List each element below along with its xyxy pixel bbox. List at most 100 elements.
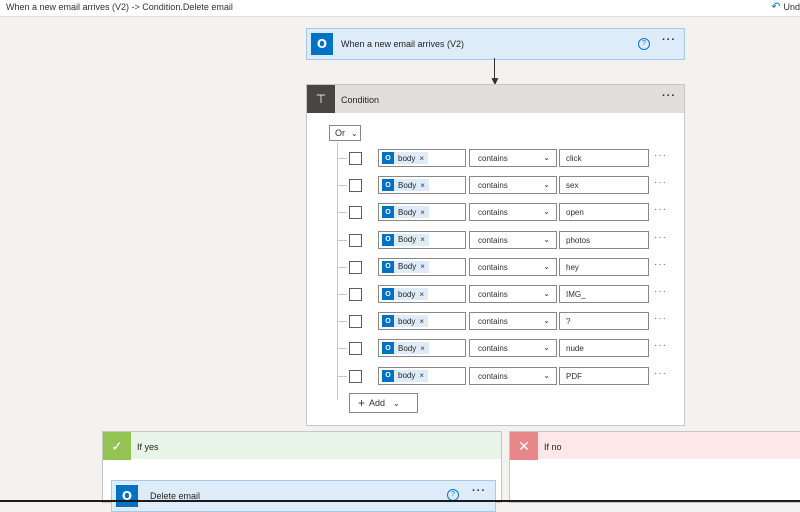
if-no-title: If no xyxy=(544,442,562,452)
operator-label: contains xyxy=(478,208,508,218)
undo-button[interactable]: ↶ Und xyxy=(771,0,800,13)
value-input[interactable]: ? xyxy=(559,312,649,331)
remove-token-icon[interactable]: × xyxy=(420,208,425,217)
left-operand-field[interactable]: O Body × xyxy=(378,203,466,222)
outlook-icon: O xyxy=(311,33,333,55)
chevron-down-icon: ⌄ xyxy=(351,128,358,138)
undo-icon: ↶ xyxy=(771,0,781,13)
row-checkbox[interactable] xyxy=(349,233,362,247)
left-operand-field[interactable]: O Body × xyxy=(378,257,466,276)
remove-token-icon[interactable]: × xyxy=(419,290,424,299)
left-operand-field[interactable]: Obody × xyxy=(378,366,466,385)
operator-select[interactable]: contains ⌄ xyxy=(469,312,557,331)
value-input[interactable]: photos xyxy=(559,230,649,249)
value-input[interactable]: PDF xyxy=(559,366,649,385)
remove-token-icon[interactable]: × xyxy=(420,235,425,244)
row-checkbox[interactable] xyxy=(349,206,362,220)
dynamic-content-token[interactable]: O Body × xyxy=(382,233,429,246)
token-label: body xyxy=(398,316,416,326)
row-checkbox[interactable] xyxy=(349,342,362,356)
remove-token-icon[interactable]: × xyxy=(420,344,425,353)
left-operand-field[interactable]: Obody × xyxy=(378,285,466,303)
more-options-icon[interactable]: ··· xyxy=(472,485,486,497)
if-yes-header[interactable]: ✓ If yes xyxy=(103,431,501,460)
dynamic-content-token[interactable]: Obody × xyxy=(382,152,429,164)
if-no-header[interactable]: ✕ If no xyxy=(510,431,800,460)
remove-token-icon[interactable]: × xyxy=(419,154,424,163)
condition-row: Obody × contains ⌄? ··· xyxy=(337,312,682,331)
value-input[interactable]: click xyxy=(559,149,649,167)
operator-select[interactable]: contains ⌄ xyxy=(469,203,557,222)
add-label: Add xyxy=(369,398,386,408)
chevron-down-icon: ⌄ xyxy=(543,316,550,326)
value-input[interactable]: nude xyxy=(559,339,649,358)
value-input[interactable]: sex xyxy=(559,176,649,195)
value-input[interactable]: IMG_ xyxy=(559,285,649,303)
left-operand-field[interactable]: Obody × xyxy=(378,312,466,331)
chevron-down-icon: ⌄ xyxy=(543,343,550,353)
remove-token-icon[interactable]: × xyxy=(419,317,424,326)
outlook-icon: O xyxy=(382,260,394,273)
value-text: click xyxy=(566,154,582,163)
operator-select[interactable]: contains ⌄ xyxy=(469,149,557,167)
left-operand-field[interactable]: O Body × xyxy=(378,230,466,249)
row-more-icon[interactable]: ··· xyxy=(654,259,667,270)
dynamic-content-token[interactable]: O Body × xyxy=(382,342,429,355)
trigger-card[interactable]: O When a new email arrives (V2) ? ··· xyxy=(306,28,685,60)
operator-select[interactable]: contains ⌄ xyxy=(469,339,557,358)
token-label: Body xyxy=(398,343,417,353)
tree-branch xyxy=(337,212,347,214)
row-checkbox[interactable] xyxy=(349,315,362,329)
condition-row: O Body × contains ⌄ open ··· xyxy=(337,203,682,222)
remove-token-icon[interactable]: × xyxy=(420,181,425,190)
value-input[interactable]: open xyxy=(559,203,649,222)
condition-icon: ⊤ xyxy=(307,85,335,113)
row-more-icon[interactable]: ··· xyxy=(654,204,667,215)
row-checkbox[interactable] xyxy=(349,260,362,274)
tree-branch xyxy=(337,375,347,377)
row-checkbox[interactable] xyxy=(349,369,362,383)
more-options-icon[interactable]: ··· xyxy=(662,90,676,102)
more-options-icon[interactable]: ··· xyxy=(662,34,676,46)
tree-branch xyxy=(337,266,347,268)
dynamic-content-token[interactable]: Obody × xyxy=(382,369,429,382)
undo-label: Und xyxy=(783,2,800,12)
outlook-icon: O xyxy=(382,206,394,219)
chevron-down-icon: ⌄ xyxy=(393,398,400,408)
row-more-icon[interactable]: ··· xyxy=(654,150,667,161)
row-checkbox[interactable] xyxy=(349,152,362,165)
dynamic-content-token[interactable]: Obody × xyxy=(382,288,429,300)
row-checkbox[interactable] xyxy=(349,288,362,301)
help-icon[interactable]: ? xyxy=(638,38,650,50)
operator-select[interactable]: contains ⌄ xyxy=(469,366,557,385)
dynamic-content-token[interactable]: Obody × xyxy=(382,315,429,328)
group-operator-select[interactable]: Or ⌄ xyxy=(329,125,361,141)
left-operand-field[interactable]: Obody × xyxy=(378,149,466,167)
row-more-icon[interactable]: ··· xyxy=(654,313,667,324)
outlook-icon: O xyxy=(382,288,394,300)
remove-token-icon[interactable]: × xyxy=(419,371,424,380)
row-more-icon[interactable]: ··· xyxy=(654,368,667,379)
dynamic-content-token[interactable]: O Body × xyxy=(382,206,429,219)
value-text: nude xyxy=(566,344,584,354)
row-checkbox[interactable] xyxy=(349,179,362,193)
add-button[interactable]: + Add ⌄ xyxy=(349,393,418,413)
condition-header[interactable]: ⊤ Condition ··· xyxy=(307,85,684,113)
row-more-icon[interactable]: ··· xyxy=(654,232,667,243)
token-label: Body xyxy=(398,235,417,245)
dynamic-content-token[interactable]: O Body × xyxy=(382,179,429,192)
value-input[interactable]: hey xyxy=(559,257,649,276)
row-more-icon[interactable]: ··· xyxy=(654,177,667,188)
operator-select[interactable]: contains ⌄ xyxy=(469,176,557,195)
operator-select[interactable]: contains ⌄ xyxy=(469,230,557,249)
operator-select[interactable]: contains ⌄ xyxy=(469,257,557,276)
outlook-icon: O xyxy=(382,152,394,164)
dynamic-content-token[interactable]: O Body × xyxy=(382,260,429,273)
left-operand-field[interactable]: O Body × xyxy=(378,176,466,195)
operator-select[interactable]: contains ⌄ xyxy=(469,285,557,303)
delete-email-card[interactable]: O Delete email ? ··· xyxy=(111,480,496,512)
row-more-icon[interactable]: ··· xyxy=(654,286,667,297)
left-operand-field[interactable]: O Body × xyxy=(378,339,466,358)
remove-token-icon[interactable]: × xyxy=(420,262,425,271)
row-more-icon[interactable]: ··· xyxy=(654,340,667,351)
